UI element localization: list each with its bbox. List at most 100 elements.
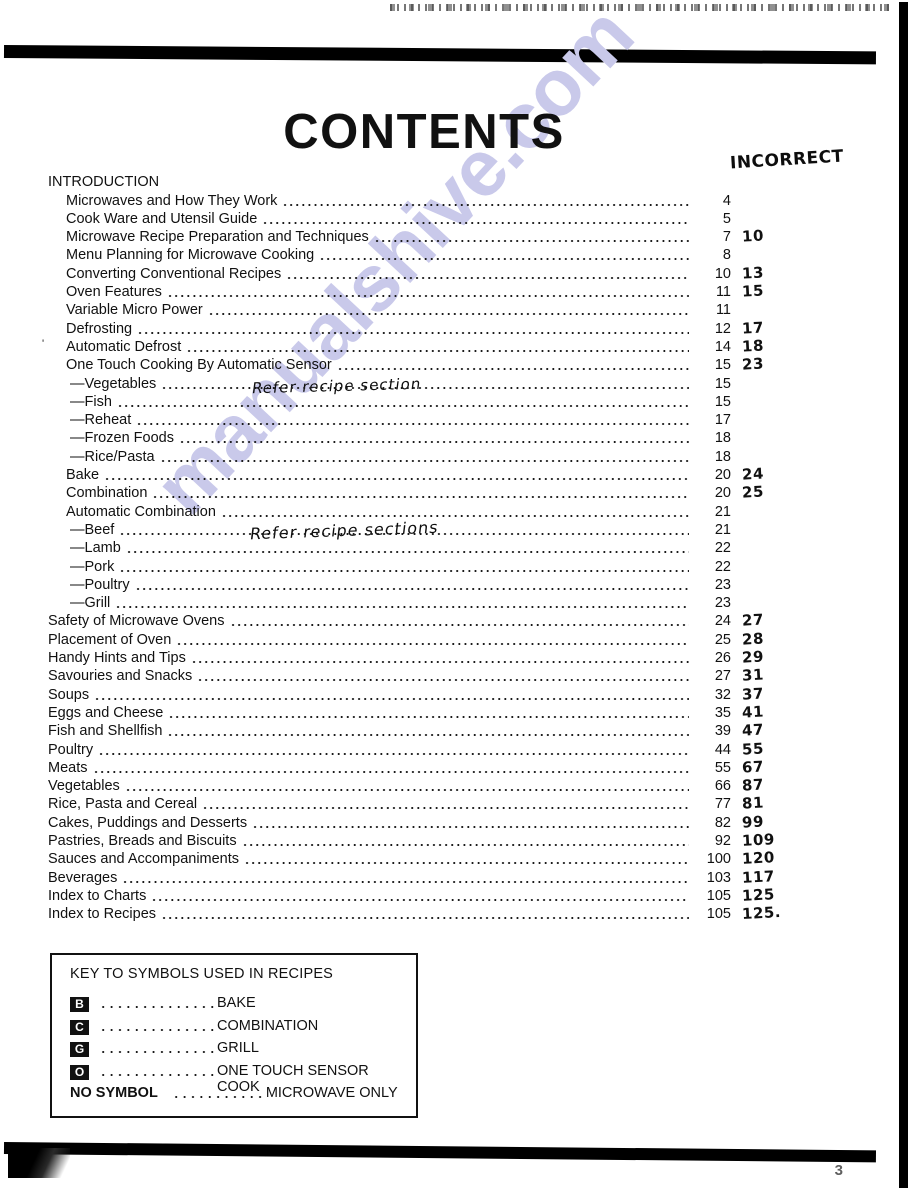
correction-text: 117 — [741, 866, 776, 887]
toc-leader-dots — [336, 360, 689, 373]
toc-entry-handwritten-correction — [731, 209, 788, 227]
toc-entry-label: One Touch Cooking By Automatic Sensor — [66, 357, 332, 374]
correction-text: 23 — [741, 354, 765, 374]
toc-entry: Safety of Microwave Ovens 24 27 — [48, 611, 788, 630]
key-box-row: NO SYMBOL MICROWAVE ONLY — [70, 1085, 402, 1108]
toc-entry-label: Microwave Recipe Preparation and Techniq… — [66, 229, 369, 246]
toc-entry: Converting Conventional Recipes 10 13 — [48, 263, 788, 283]
toc-entry: Combination 20 25 — [48, 482, 788, 502]
toc-leader-dots — [151, 891, 689, 904]
key-row-description-line1: GRILL — [217, 1040, 259, 1056]
toc-entry-handwritten-correction — [731, 374, 788, 392]
toc-entry-handwritten-correction — [731, 245, 788, 263]
correction-text: 25 — [741, 482, 765, 502]
toc-leader-dots — [161, 909, 689, 922]
toc-entry-handwritten-correction — [731, 575, 788, 593]
toc-entry-page-number: 12 — [714, 320, 731, 337]
toc-entry: —Grill 23 — [48, 593, 788, 611]
key-row-description: GRILL — [217, 1040, 402, 1056]
correction-text: 37 — [741, 684, 765, 704]
toc-entry-label: —Grill — [70, 595, 111, 612]
toc-leader-dots — [286, 269, 689, 282]
toc-leader-dots — [186, 342, 689, 355]
toc-entry-label: Soups — [48, 686, 90, 703]
toc-entry-page-number: 20 — [714, 485, 731, 502]
toc-entry-page-number: 55 — [714, 759, 731, 776]
toc-entry-label: Combination — [66, 485, 148, 502]
toc-entry-page-number: 22 — [714, 540, 731, 557]
toc-entry: Poultry 44 55 — [48, 739, 788, 758]
toc-leader-dots — [319, 250, 689, 263]
toc-entry-handwritten-correction: 29 — [731, 647, 788, 666]
toc-entry: Microwave Recipe Preparation and Techniq… — [48, 226, 788, 246]
toc-entry-handwritten-correction: 13 — [731, 263, 788, 283]
recipe-symbol-c: C — [70, 1019, 89, 1035]
toc-entry: Soups 32 37 — [48, 684, 788, 704]
toc-leader-dots — [116, 397, 689, 410]
toc-entry-label: Index to Charts — [48, 887, 147, 904]
toc-entry-label: —Beef — [70, 521, 115, 538]
toc-entry-page-number: 18 — [714, 430, 731, 447]
key-row-description-line1: ONE TOUCH SENSOR — [217, 1062, 369, 1079]
key-row-description: MICROWAVE ONLY — [266, 1085, 402, 1101]
toc-entry-handwritten-correction: 15 — [731, 281, 788, 301]
toc-entry: Fish and Shellfish 39 47 — [48, 721, 788, 740]
toc-entry-handwritten-correction — [731, 447, 788, 465]
correction-text: 13 — [741, 263, 765, 283]
toc-leader-dots — [282, 196, 689, 209]
correction-text: 24 — [741, 464, 765, 484]
toc-entry: Automatic Combination 21 — [48, 501, 788, 520]
key-leader-dots — [89, 1018, 217, 1035]
toc-leader-dots — [125, 543, 689, 556]
toc-entry-page-number: 22 — [714, 558, 731, 575]
toc-entry-page-number: 23 — [714, 576, 731, 593]
toc-entry-label: Safety of Microwave Ovens — [48, 613, 225, 630]
toc-entry-handwritten-correction: 25 — [731, 482, 788, 502]
toc-entry-handwritten-correction — [731, 392, 788, 410]
toc-leader-dots — [167, 726, 689, 739]
toc-entry-page-number: 66 — [714, 778, 731, 795]
toc-leader-dots — [134, 580, 689, 593]
toc-leader-dots — [92, 763, 690, 776]
toc-entry-label: Microwaves and How They Work — [66, 192, 278, 209]
key-row-description-line1: MICROWAVE ONLY — [265, 1085, 398, 1101]
toc-entry-page-number: 10 — [714, 265, 731, 282]
key-leader-dots — [89, 1040, 217, 1057]
toc-entry-page-number: 15 — [714, 393, 731, 410]
recipe-symbol-g: G — [70, 1042, 89, 1057]
toc-entry-label: Pastries, Breads and Biscuits — [48, 832, 237, 849]
toc-entry-handwritten-correction: 28 — [731, 629, 788, 648]
toc-entry: —Reheat 17 — [48, 410, 788, 428]
toc-entry-handwritten-correction: 10 — [731, 226, 788, 246]
toc-leader-dots — [136, 415, 689, 428]
toc-entry-page-number: 20 — [714, 467, 731, 484]
toc-leader-dots — [137, 324, 689, 337]
correction-text: 81 — [741, 793, 765, 813]
toc-entry-label: —Fish — [70, 393, 112, 410]
toc-entry-label: —Reheat — [70, 412, 132, 429]
toc-entry-label: Menu Planning for Microwave Cooking — [66, 247, 315, 264]
key-box-row: O ONE TOUCH SENSOR COOK — [70, 1062, 402, 1095]
toc-entry: Cakes, Puddings and Desserts 82 99 — [48, 812, 788, 831]
key-to-symbols-box: KEY TO SYMBOLS USED IN RECIPES B BAKE C COM… — [50, 953, 418, 1118]
key-leader-dots — [89, 1063, 217, 1080]
toc-entry-page-number: 26 — [714, 650, 731, 667]
toc-entry: Index to Charts 105 125 — [48, 885, 788, 905]
toc-entry: Menu Planning for Microwave Cooking 8 — [48, 245, 788, 263]
correction-text: 109 — [741, 830, 776, 850]
toc-entry-label: Placement of Oven — [48, 631, 172, 648]
toc-entry-label: Sauces and Accompaniments — [48, 851, 240, 868]
toc-entry-page-number: 105 — [706, 887, 731, 904]
toc-leader-dots — [176, 635, 689, 648]
correction-text: 15 — [741, 281, 765, 301]
toc-leader-dots — [262, 214, 689, 227]
toc-entry-handwritten-correction: 17 — [731, 318, 788, 337]
toc-entry-page-number: 25 — [714, 631, 731, 648]
toc-entry: —Poultry 23 — [48, 575, 788, 593]
correction-text: 10 — [741, 226, 765, 246]
correction-text: 120 — [741, 848, 776, 869]
toc-entry: Vegetables 66 87 — [48, 776, 788, 795]
toc-entry-handwritten-correction — [731, 428, 788, 446]
toc-entry-page-number: 5 — [722, 210, 731, 227]
toc-entry: Cook Ware and Utensil Guide 5 — [48, 209, 788, 227]
